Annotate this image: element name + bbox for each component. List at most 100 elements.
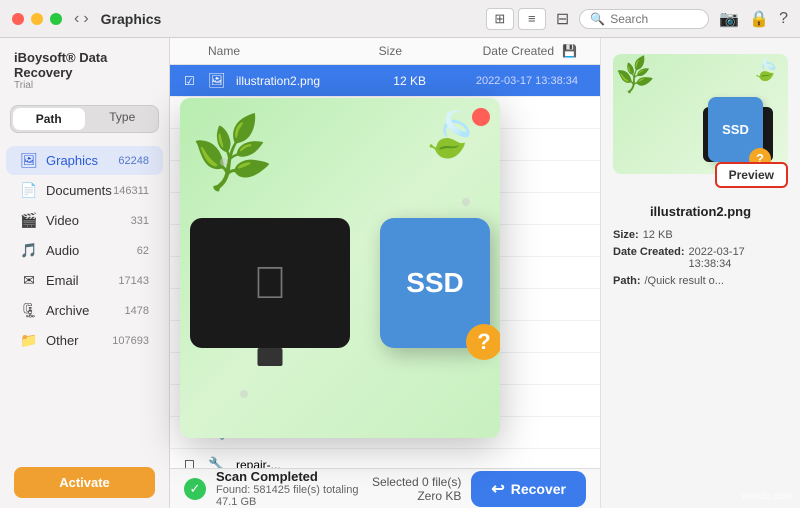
sidebar-item-video[interactable]: 🎬 Video 331 bbox=[6, 206, 163, 235]
large-ssd-illustration: SSD ? bbox=[380, 218, 490, 348]
sidebar-item-count: 62248 bbox=[118, 155, 149, 167]
large-ssd-label: SSD bbox=[406, 267, 464, 299]
file-date: 2022-03-17 13:38:34 bbox=[426, 75, 586, 87]
ssd-label: SSD bbox=[722, 122, 749, 137]
email-icon: ✉ bbox=[20, 272, 38, 289]
close-button[interactable] bbox=[12, 13, 24, 25]
row-checkbox[interactable]: ☑ bbox=[184, 74, 208, 88]
date-label: Date Created: bbox=[613, 246, 685, 270]
file-name: repair-... bbox=[236, 458, 346, 469]
file-list-header: Name Size Date Created 💾 bbox=[170, 38, 600, 65]
header-date: Date Created bbox=[402, 44, 562, 58]
sidebar-item-email[interactable]: ✉ Email 17143 bbox=[6, 266, 163, 295]
sidebar-header: iBoysoft® Data Recovery Trial bbox=[0, 38, 169, 97]
sidebar-item-label: Archive bbox=[46, 303, 125, 318]
sidebar-tabs: Path Type bbox=[10, 105, 159, 133]
documents-icon: 📄 bbox=[20, 182, 38, 199]
date-value: 2022-03-17 13:38:34 bbox=[689, 246, 788, 270]
path-label: Path: bbox=[613, 275, 641, 287]
sidebar-item-count: 331 bbox=[131, 215, 149, 227]
file-info: illustration2.png Size: 12 KB Date Creat… bbox=[613, 204, 788, 292]
sidebar-item-label: Audio bbox=[46, 243, 137, 258]
camera-icon: 📷 bbox=[719, 9, 739, 29]
status-bar: ✓ Scan Completed Found: 581425 file(s) t… bbox=[170, 468, 600, 508]
sidebar-item-label: Documents bbox=[46, 183, 113, 198]
watermark: wsxdn.com bbox=[742, 491, 792, 502]
right-panel: 🌿 🍃  SSD ? Preview bbox=[600, 38, 800, 508]
sidebar-item-audio[interactable]: 🎵 Audio 62 bbox=[6, 236, 163, 265]
sidebar-item-archive[interactable]: 🗜 Archive 1478 bbox=[6, 296, 163, 325]
sidebar: iBoysoft® Data Recovery Trial Path Type … bbox=[0, 38, 170, 508]
dot-accent bbox=[462, 198, 470, 206]
audio-icon: 🎵 bbox=[20, 242, 38, 259]
row-checkbox[interactable]: ☐ bbox=[184, 458, 208, 469]
forward-button[interactable]: › bbox=[83, 10, 88, 28]
dot-accent bbox=[240, 390, 248, 398]
traffic-lights bbox=[12, 13, 62, 25]
table-row[interactable]: ☑ 🖼 illustration2.png 12 KB 2022-03-17 1… bbox=[170, 65, 600, 97]
dot-accent bbox=[220, 158, 228, 166]
sidebar-item-count: 1478 bbox=[125, 305, 149, 317]
table-row[interactable]: ☐ 🔧 repair-... bbox=[170, 449, 600, 468]
main-layout: iBoysoft® Data Recovery Trial Path Type … bbox=[0, 38, 800, 508]
sidebar-item-label: Graphics bbox=[46, 153, 118, 168]
search-input[interactable] bbox=[610, 12, 700, 26]
lock-icon: 🔒 bbox=[749, 9, 769, 29]
recover-button[interactable]: ↩ Recover bbox=[471, 471, 586, 507]
header-size: Size bbox=[322, 44, 402, 58]
large-preview-close-button[interactable] bbox=[472, 108, 490, 126]
large-preview-overlay: 🌿 🍃  SSD ? bbox=[180, 98, 500, 438]
large-imac-illustration:  bbox=[190, 218, 350, 348]
sidebar-item-label: Email bbox=[46, 273, 118, 288]
search-box: 🔍 bbox=[579, 9, 709, 29]
maximize-button[interactable] bbox=[50, 13, 62, 25]
archive-icon: 🗜 bbox=[20, 302, 38, 319]
list-view-button[interactable]: ≡ bbox=[518, 8, 546, 30]
sidebar-item-documents[interactable]: 📄 Documents 146311 bbox=[6, 176, 163, 205]
file-info-size-row: Size: 12 KB bbox=[613, 229, 788, 241]
path-value: /Quick result o... bbox=[645, 275, 724, 287]
grid-view-button[interactable]: ⊞ bbox=[486, 8, 514, 30]
header-save: 💾 bbox=[562, 44, 586, 58]
title-bar: ‹ › Graphics ⊞ ≡ ⊟ 🔍 📷 🔒 ? bbox=[0, 0, 800, 38]
back-button[interactable]: ‹ bbox=[74, 10, 79, 28]
file-type-icon: 🔧 bbox=[208, 456, 230, 468]
preview-thumbnail: 🌿 🍃  SSD ? bbox=[613, 54, 788, 174]
leaf-right-icon: 🍃 bbox=[750, 54, 783, 86]
activate-button[interactable]: Activate bbox=[14, 467, 155, 498]
selected-count: Selected 0 file(s) bbox=[372, 475, 461, 489]
header-name: Name bbox=[208, 44, 322, 58]
large-preview-background: 🌿 🍃  SSD ? bbox=[180, 98, 500, 438]
filter-button[interactable]: ⊟ bbox=[556, 9, 569, 29]
view-toggle: ⊞ ≡ bbox=[486, 8, 546, 30]
imac-base bbox=[258, 348, 283, 366]
file-type-icon: 🖼 bbox=[208, 72, 230, 89]
large-leaf-left-icon: 🌿 bbox=[187, 110, 278, 198]
sidebar-item-count: 107693 bbox=[112, 335, 149, 347]
size-label: Size: bbox=[613, 229, 639, 241]
file-size: 12 KB bbox=[346, 74, 426, 88]
sidebar-item-other[interactable]: 📁 Other 107693 bbox=[6, 326, 163, 355]
recover-icon: ↩ bbox=[491, 479, 504, 499]
tab-path[interactable]: Path bbox=[13, 108, 85, 130]
file-info-name: illustration2.png bbox=[613, 204, 788, 219]
file-name: illustration2.png bbox=[236, 74, 346, 88]
selected-info: Selected 0 file(s) Zero KB bbox=[372, 475, 461, 503]
window-title: Graphics bbox=[101, 11, 486, 27]
ssd-illustration: SSD ? bbox=[708, 97, 763, 162]
scan-detail: Found: 581425 file(s) totaling 47.1 GB bbox=[216, 484, 362, 508]
file-info-date-row: Date Created: 2022-03-17 13:38:34 bbox=[613, 246, 788, 270]
large-question-icon: ? bbox=[466, 324, 500, 360]
preview-button[interactable]: Preview bbox=[715, 162, 788, 188]
sidebar-items: 🖼 Graphics 62248 📄 Documents 146311 🎬 Vi… bbox=[0, 141, 169, 457]
scan-complete-icon: ✓ bbox=[184, 478, 206, 500]
minimize-button[interactable] bbox=[31, 13, 43, 25]
scan-title: Scan Completed bbox=[216, 469, 362, 484]
scan-text: Scan Completed Found: 581425 file(s) tot… bbox=[216, 469, 362, 508]
sidebar-item-count: 17143 bbox=[118, 275, 149, 287]
toolbar-right: ⊞ ≡ ⊟ 🔍 📷 🔒 ? bbox=[486, 8, 788, 30]
search-icon: 🔍 bbox=[590, 12, 605, 26]
tab-type[interactable]: Type bbox=[87, 106, 159, 132]
sidebar-item-graphics[interactable]: 🖼 Graphics 62248 bbox=[6, 146, 163, 175]
sidebar-item-label: Video bbox=[46, 213, 131, 228]
